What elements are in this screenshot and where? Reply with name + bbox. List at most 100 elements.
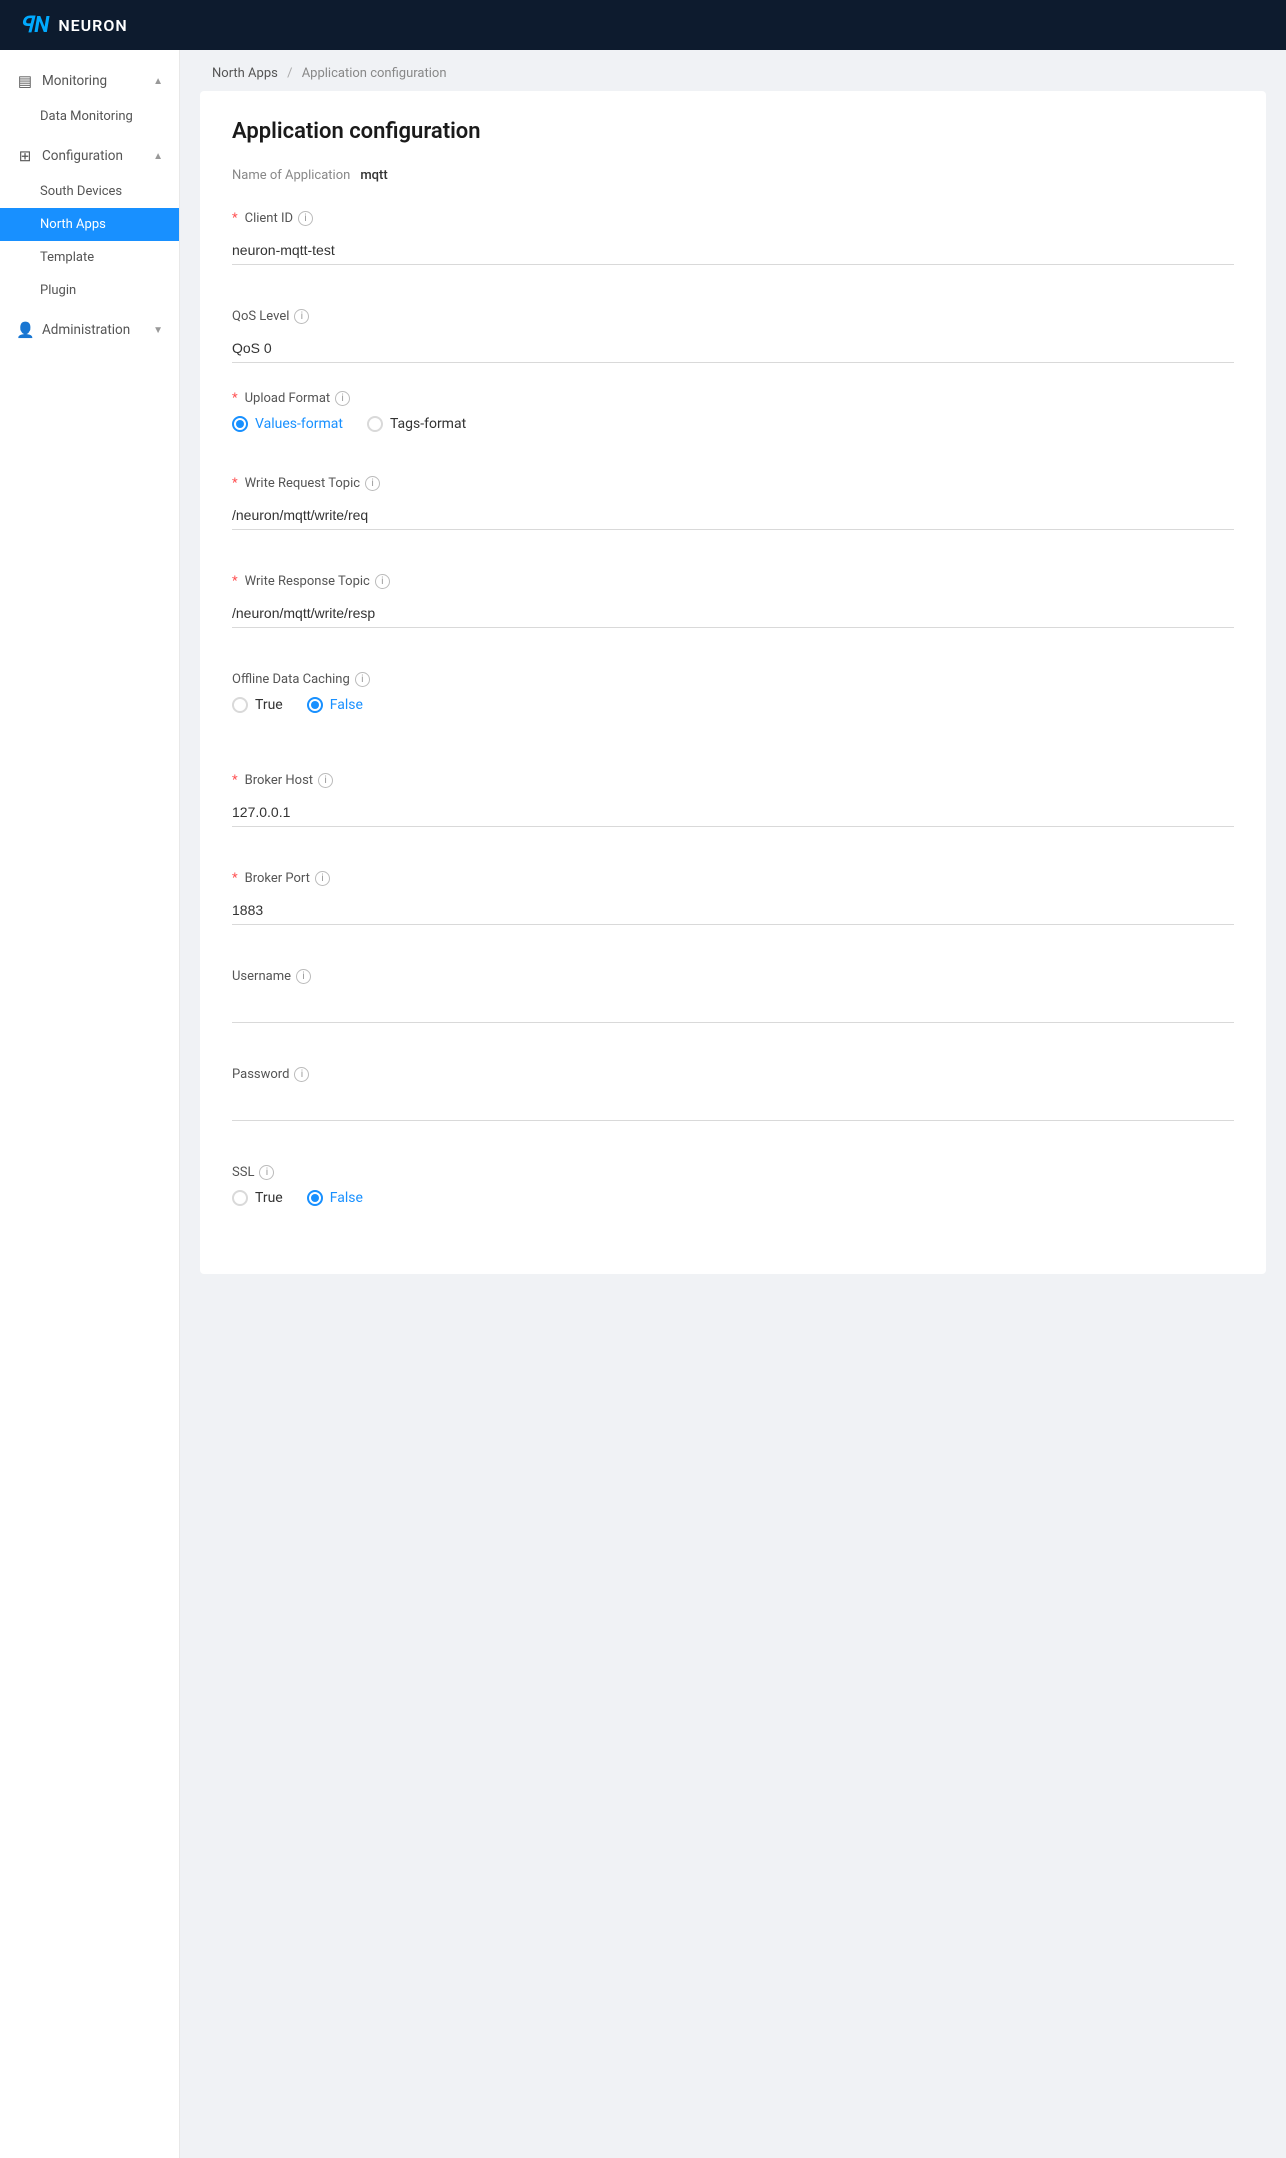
ssl-false-radio[interactable] [307, 1190, 323, 1206]
sidebar-item-north-apps[interactable]: North Apps [0, 208, 179, 241]
ssl-true-option[interactable]: True [232, 1190, 283, 1206]
broker-host-group: * Broker Host i [232, 773, 1234, 827]
administration-label: Administration [42, 322, 130, 338]
administration-chevron: ▼ [153, 325, 163, 336]
client-id-required: * [232, 211, 238, 226]
write-request-topic-label-row: * Write Request Topic i [232, 476, 1234, 491]
logo-icon: ꟼN [20, 13, 50, 38]
sidebar-item-data-monitoring[interactable]: Data Monitoring [0, 100, 179, 133]
breadcrumb-current: Application configuration [302, 66, 447, 81]
sidebar-item-south-devices[interactable]: South Devices [0, 175, 179, 208]
sidebar-item-monitoring[interactable]: ▤ Monitoring ▲ [0, 62, 179, 100]
main-content: North Apps / Application configuration A… [180, 50, 1286, 2158]
broker-port-info-icon[interactable]: i [315, 871, 330, 886]
broker-port-group: * Broker Port i [232, 871, 1234, 925]
upload-format-tags-label: Tags-format [390, 416, 466, 432]
sidebar-item-administration[interactable]: 👤 Administration ▼ [0, 311, 179, 349]
layout: ▤ Monitoring ▲ Data Monitoring ⊞ Configu… [0, 50, 1286, 2158]
upload-format-info-icon[interactable]: i [335, 391, 350, 406]
qos-level-info-icon[interactable]: i [294, 309, 309, 324]
logo: ꟼN NEURON [20, 13, 128, 38]
upload-format-values-option[interactable]: Values-format [232, 416, 343, 432]
ssl-false-label: False [330, 1190, 363, 1206]
offline-caching-true-radio[interactable] [232, 697, 248, 713]
broker-host-input[interactable] [232, 798, 1234, 827]
write-response-topic-info-icon[interactable]: i [375, 574, 390, 589]
configuration-section: ⊞ Configuration ▲ South Devices North Ap… [0, 137, 179, 307]
username-label-row: Username i [232, 969, 1234, 984]
qos-level-label-row: QoS Level i [232, 309, 1234, 324]
qos-level-select[interactable]: QoS 0 QoS 1 QoS 2 [232, 334, 1234, 363]
broker-host-info-icon[interactable]: i [318, 773, 333, 788]
username-label: Username [232, 969, 291, 984]
write-request-topic-input[interactable] [232, 501, 1234, 530]
breadcrumb-parent[interactable]: North Apps [212, 66, 278, 81]
password-group: Password i [232, 1067, 1234, 1121]
sidebar-item-template[interactable]: Template [0, 241, 179, 274]
breadcrumb-separator: / [287, 66, 292, 81]
configuration-icon: ⊞ [16, 147, 34, 165]
write-response-topic-label-row: * Write Response Topic i [232, 574, 1234, 589]
ssl-true-label: True [255, 1190, 283, 1206]
page-title: Application configuration [232, 119, 1234, 144]
ssl-label-row: SSL i [232, 1165, 1234, 1180]
write-request-topic-info-icon[interactable]: i [365, 476, 380, 491]
upload-format-label-row: * Upload Format i [232, 391, 1234, 406]
upload-format-label: Upload Format [245, 391, 331, 406]
password-label: Password [232, 1067, 289, 1082]
app-name-label: Name of Application [232, 168, 350, 183]
upload-format-values-label: Values-format [255, 416, 343, 432]
upload-format-radio-group: Values-format Tags-format [232, 416, 1234, 432]
sidebar-item-plugin[interactable]: Plugin [0, 274, 179, 307]
ssl-radio-group: True False [232, 1190, 1234, 1206]
ssl-info-icon[interactable]: i [259, 1165, 274, 1180]
username-info-icon[interactable]: i [296, 969, 311, 984]
write-request-topic-label: Write Request Topic [245, 476, 360, 491]
upload-format-tags-radio[interactable] [367, 416, 383, 432]
upload-format-values-radio[interactable] [232, 416, 248, 432]
offline-data-caching-info-icon[interactable]: i [355, 672, 370, 687]
monitoring-chevron: ▲ [153, 76, 163, 87]
write-response-topic-label: Write Response Topic [245, 574, 370, 589]
upload-format-required: * [232, 391, 238, 406]
upload-format-group: * Upload Format i Values-format Tags-for… [232, 391, 1234, 432]
app-name-row: Name of Application mqtt [232, 168, 1234, 183]
form-container: Application configuration Name of Applic… [200, 91, 1266, 1274]
offline-data-caching-label: Offline Data Caching [232, 672, 350, 687]
breadcrumb: North Apps / Application configuration [180, 50, 1286, 91]
write-response-topic-input[interactable] [232, 599, 1234, 628]
client-id-label-row: * Client ID i [232, 211, 1234, 226]
offline-caching-false-radio[interactable] [307, 697, 323, 713]
upload-format-tags-option[interactable]: Tags-format [367, 416, 466, 432]
broker-port-label-row: * Broker Port i [232, 871, 1234, 886]
client-id-input[interactable] [232, 236, 1234, 265]
broker-port-required: * [232, 871, 238, 886]
broker-host-label: Broker Host [245, 773, 313, 788]
password-info-icon[interactable]: i [294, 1067, 309, 1082]
sidebar: ▤ Monitoring ▲ Data Monitoring ⊞ Configu… [0, 50, 180, 2158]
write-response-topic-required: * [232, 574, 238, 589]
client-id-label: Client ID [245, 211, 293, 226]
topnav: ꟼN NEURON [0, 0, 1286, 50]
broker-port-label: Broker Port [245, 871, 310, 886]
qos-level-group: QoS Level i QoS 0 QoS 1 QoS 2 [232, 309, 1234, 363]
broker-port-input[interactable] [232, 896, 1234, 925]
configuration-chevron: ▲ [153, 151, 163, 162]
ssl-label: SSL [232, 1165, 254, 1180]
configuration-label: Configuration [42, 148, 123, 164]
password-label-row: Password i [232, 1067, 1234, 1082]
sidebar-item-configuration[interactable]: ⊞ Configuration ▲ [0, 137, 179, 175]
password-input[interactable] [232, 1092, 1234, 1121]
ssl-true-radio[interactable] [232, 1190, 248, 1206]
offline-caching-false-option[interactable]: False [307, 697, 363, 713]
client-id-group: * Client ID i [232, 211, 1234, 265]
app-name-value: mqtt [360, 168, 387, 183]
username-input[interactable] [232, 994, 1234, 1023]
monitoring-section: ▤ Monitoring ▲ Data Monitoring [0, 62, 179, 133]
client-id-info-icon[interactable]: i [298, 211, 313, 226]
offline-data-caching-radio-group: True False [232, 697, 1234, 713]
broker-host-required: * [232, 773, 238, 788]
ssl-false-option[interactable]: False [307, 1190, 363, 1206]
write-request-topic-group: * Write Request Topic i [232, 476, 1234, 530]
offline-caching-true-option[interactable]: True [232, 697, 283, 713]
